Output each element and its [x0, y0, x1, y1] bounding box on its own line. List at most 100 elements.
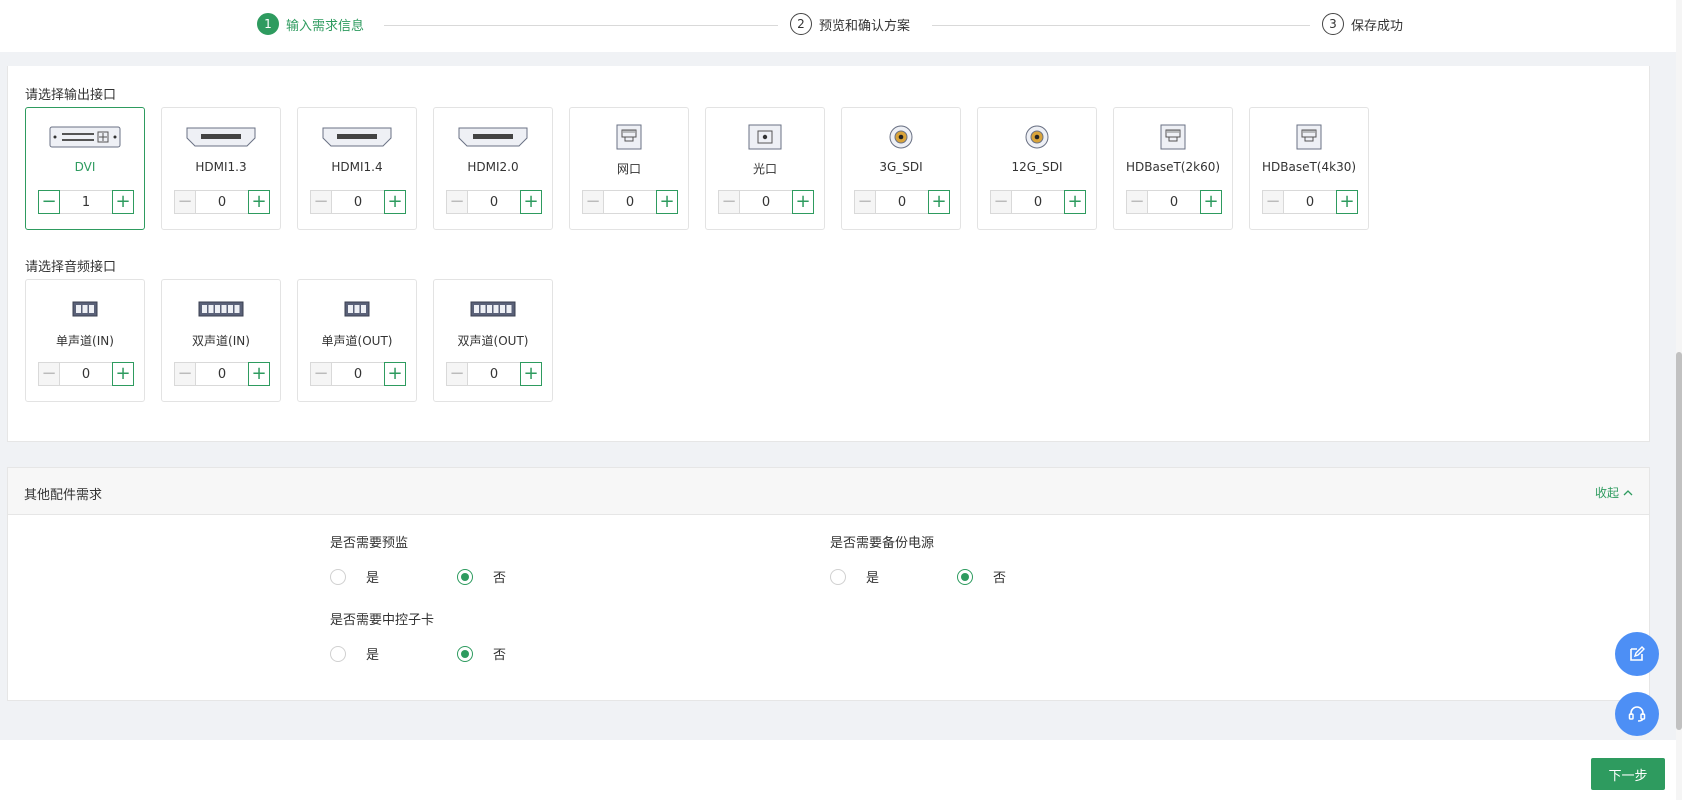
hdmi-port-icon	[162, 120, 280, 154]
step-label: 输入需求信息	[286, 18, 365, 34]
quantity-input[interactable]: 0	[1284, 190, 1336, 214]
output-interface-card[interactable]: HDBaseT(2k60) −0 +	[1113, 107, 1233, 230]
quantity-input[interactable]: 0	[1012, 190, 1064, 214]
increment-button[interactable]: +	[1200, 190, 1222, 214]
footer-bar	[0, 740, 1676, 800]
quantity-input[interactable]: 0	[196, 190, 248, 214]
quantity-input[interactable]: 1	[60, 190, 112, 214]
accessories-title: 其他配件需求	[24, 488, 103, 503]
decrement-button[interactable]: −	[446, 362, 468, 386]
monitor-question: 是否需要预监	[330, 536, 409, 551]
output-interface-card[interactable]: DVI −1 +	[25, 107, 145, 230]
radio-label: 是	[366, 648, 380, 663]
output-interface-card[interactable]: HDMI1.4 −0 +	[297, 107, 417, 230]
quantity-input[interactable]: 0	[1148, 190, 1200, 214]
decrement-button[interactable]: −	[174, 190, 196, 214]
increment-button[interactable]: +	[656, 190, 678, 214]
hdmi-port-icon	[298, 120, 416, 154]
quantity-input[interactable]: 0	[60, 362, 112, 386]
decrement-button[interactable]: −	[310, 190, 332, 214]
card-label: 单声道(OUT)	[321, 334, 393, 348]
quantity-input[interactable]: 0	[468, 190, 520, 214]
card-label: HDMI2.0	[467, 160, 519, 174]
collapse-label: 收起	[1594, 486, 1619, 500]
audio-interface-card[interactable]: 双声道(OUT) −0 +	[433, 279, 553, 402]
terminal-6pin-icon	[434, 292, 552, 326]
quantity-input[interactable]: 0	[468, 362, 520, 386]
accessories-panel: 其他配件需求 收起 是否需要预监 是 否 是否需要备份电源 是 否 是否需要中控…	[7, 467, 1650, 701]
increment-button[interactable]: +	[520, 190, 542, 214]
radio-label: 是	[866, 571, 880, 586]
step-number: 2	[790, 13, 812, 35]
radio-circle	[457, 568, 473, 585]
scrollbar-thumb[interactable]	[1676, 352, 1682, 730]
decrement-button[interactable]: −	[446, 190, 468, 214]
audio-interface-card[interactable]: 单声道(OUT) −0 +	[297, 279, 417, 402]
audio-interface-card[interactable]: 单声道(IN) −0 +	[25, 279, 145, 402]
card-label: 3G_SDI	[879, 160, 923, 174]
edit-icon	[1630, 646, 1645, 661]
terminal-3pin-icon	[298, 292, 416, 326]
control-card-no-radio[interactable]: 否	[457, 644, 506, 663]
decrement-button[interactable]: −	[582, 190, 604, 214]
monitor-yes-radio[interactable]: 是	[330, 567, 379, 586]
card-label: HDBaseT(2k60)	[1125, 160, 1221, 174]
output-interface-card[interactable]: HDMI1.3 −0 +	[161, 107, 281, 230]
decrement-button[interactable]: −	[1126, 190, 1148, 214]
increment-button[interactable]: +	[248, 362, 270, 386]
control-card-yes-radio[interactable]: 是	[330, 644, 379, 663]
decrement-button[interactable]: −	[38, 190, 60, 214]
increment-button[interactable]: +	[1064, 190, 1086, 214]
increment-button[interactable]: +	[520, 362, 542, 386]
quantity-input[interactable]: 0	[740, 190, 792, 214]
step-label: 保存成功	[1351, 18, 1404, 34]
step-number: 3	[1322, 13, 1344, 35]
output-interface-card[interactable]: HDMI2.0 −0 +	[433, 107, 553, 230]
increment-button[interactable]: +	[792, 190, 814, 214]
decrement-button[interactable]: −	[718, 190, 740, 214]
increment-button[interactable]: +	[384, 362, 406, 386]
increment-button[interactable]: +	[248, 190, 270, 214]
output-interface-card[interactable]: HDBaseT(4k30) −0 +	[1249, 107, 1369, 230]
card-label: 网口	[616, 162, 641, 176]
quantity-input[interactable]: 0	[196, 362, 248, 386]
increment-button[interactable]: +	[928, 190, 950, 214]
quantity-input[interactable]: 0	[332, 190, 384, 214]
output-interface-card[interactable]: 3G_SDI −0 +	[841, 107, 961, 230]
accessories-header[interactable]: 其他配件需求 收起	[8, 468, 1649, 515]
output-interface-card[interactable]: 12G_SDI −0 +	[977, 107, 1097, 230]
increment-button[interactable]: +	[112, 190, 134, 214]
edit-fab[interactable]	[1615, 632, 1659, 676]
audio-interface-card[interactable]: 双声道(IN) −0 +	[161, 279, 281, 402]
increment-button[interactable]: +	[1336, 190, 1358, 214]
output-interface-card[interactable]: 网口 −0 +	[569, 107, 689, 230]
decrement-button[interactable]: −	[38, 362, 60, 386]
decrement-button[interactable]: −	[990, 190, 1012, 214]
decrement-button[interactable]: −	[1262, 190, 1284, 214]
quantity-stepper: −0 +	[718, 190, 814, 214]
step-connector	[384, 25, 778, 26]
monitor-no-radio[interactable]: 否	[457, 567, 506, 586]
output-interface-card[interactable]: 光口 −0 +	[705, 107, 825, 230]
increment-button[interactable]: +	[112, 362, 134, 386]
quantity-input[interactable]: 0	[332, 362, 384, 386]
decrement-button[interactable]: −	[854, 190, 876, 214]
quantity-stepper: −0 +	[174, 362, 270, 386]
decrement-button[interactable]: −	[310, 362, 332, 386]
increment-button[interactable]: +	[384, 190, 406, 214]
backup-power-yes-radio[interactable]: 是	[830, 567, 879, 586]
collapse-toggle[interactable]: 收起	[1595, 484, 1633, 501]
next-button[interactable]: 下一步	[1591, 758, 1665, 790]
dvi-port-icon	[26, 120, 144, 154]
backup-power-no-radio[interactable]: 否	[957, 567, 1006, 586]
card-label: 双声道(IN)	[192, 334, 250, 348]
quantity-stepper: −0 +	[582, 190, 678, 214]
quantity-stepper: −0 +	[1126, 190, 1222, 214]
decrement-button[interactable]: −	[174, 362, 196, 386]
hdbaset-port-icon	[1250, 120, 1368, 154]
support-fab[interactable]	[1615, 692, 1659, 736]
quantity-input[interactable]: 0	[604, 190, 656, 214]
quantity-input[interactable]: 0	[876, 190, 928, 214]
output-section-title: 请选择输出接口	[25, 88, 117, 103]
card-label: HDBaseT(4k30)	[1261, 160, 1357, 174]
